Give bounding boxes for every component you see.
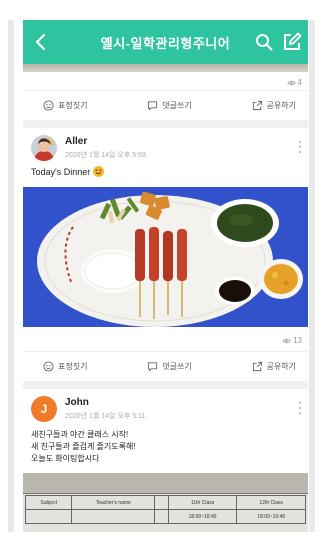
avatar[interactable]: J — [31, 396, 57, 422]
author-name[interactable]: John — [65, 397, 89, 408]
back-arrow-icon[interactable] — [31, 32, 51, 52]
table-cell: Teacher's name — [71, 495, 156, 510]
share-label: 공유하기 — [266, 101, 296, 110]
react-button[interactable]: 표정짓기 — [43, 361, 87, 372]
post-text: Today's Dinner — [23, 166, 308, 187]
post-text-line: 오늘도 화이팅합시다 — [31, 454, 100, 463]
share-icon — [252, 100, 262, 111]
table-cell — [154, 509, 169, 524]
edit-icon[interactable] — [282, 32, 302, 52]
left-edge — [8, 20, 14, 532]
table-cell: 12th Class — [236, 495, 306, 510]
post-text-line: 새 친구들과 즐겁게 즐기도록해! — [31, 442, 136, 451]
view-count-value: 13 — [293, 336, 302, 345]
attached-photo[interactable]: Subject Teacher's name 11th Class 12th C… — [23, 473, 308, 532]
post-john: J John 2020년 1월 14일 오후 5:11 새친구들과 야간 클래스… — [23, 389, 308, 532]
comment-icon — [148, 101, 158, 111]
comment-button[interactable]: 댓글쓰기 — [147, 361, 192, 372]
view-count-row: 13 — [23, 327, 308, 351]
page-title: 옐시-일학관리형주니어 — [100, 36, 231, 51]
comment-button[interactable]: 댓글쓰기 — [147, 100, 192, 111]
right-edge — [309, 20, 315, 532]
smile-icon — [43, 100, 54, 111]
view-count-value: 4 — [297, 78, 302, 87]
react-label: 표정짓기 — [58, 362, 88, 371]
more-vertical-icon[interactable] — [298, 401, 302, 415]
post-text-line: 새친구들과 야간 클래스 시작! — [31, 430, 129, 439]
table-row: Subject Teacher's name 11th Class 12th C… — [24, 495, 306, 510]
comment-label: 댓글쓰기 — [162, 362, 192, 371]
post-header: J John 2020년 1월 14일 오후 5:11 — [23, 389, 308, 429]
eye-icon — [286, 80, 296, 85]
screenshot-frame: 옐시-일학관리형주니어 4 표정짓기 댓글쓰기 공유하기 Aller 2020년… — [0, 0, 320, 548]
app-bar: 옐시-일학관리형주니어 — [23, 20, 308, 64]
table-cell — [24, 509, 73, 524]
comment-label: 댓글쓰기 — [162, 101, 192, 110]
post-aller: Aller 2020년 1월 14일 오후 5:59 Today's Dinne… — [23, 128, 308, 381]
phone-screen: 옐시-일학관리형주니어 4 표정짓기 댓글쓰기 공유하기 Aller 2020년… — [23, 20, 308, 532]
share-label: 공유하기 — [266, 362, 296, 371]
author-name[interactable]: Aller — [65, 136, 87, 147]
post-date: 2020년 1월 14일 오후 5:59 — [65, 152, 146, 159]
more-vertical-icon[interactable] — [298, 140, 302, 154]
table-cell: 18:00~19:45 — [236, 509, 306, 524]
share-icon — [252, 361, 262, 372]
smiling-emoji-icon — [92, 166, 104, 177]
previous-post-image-edge — [23, 64, 308, 72]
avatar-letter: J — [40, 402, 48, 416]
comment-icon — [148, 362, 158, 372]
share-button[interactable]: 공유하기 — [252, 361, 296, 372]
react-label: 표정짓기 — [58, 101, 88, 110]
post-text-line: Today's Dinner — [31, 167, 91, 177]
post-actions: 표정짓기 댓글쓰기 공유하기 — [23, 351, 308, 381]
table-cell — [154, 495, 169, 510]
post-header: Aller 2020년 1월 14일 오후 5:59 — [23, 128, 308, 166]
schedule-table: Subject Teacher's name 11th Class 12th C… — [24, 495, 306, 524]
view-count: 13 — [282, 336, 302, 345]
avatar[interactable] — [31, 135, 57, 161]
post-text: 새친구들과 야간 클래스 시작! 새 친구들과 즐겁게 즐기도록해! 오늘도 화… — [23, 429, 308, 473]
table-cell: Subject — [24, 495, 73, 510]
search-icon[interactable] — [254, 32, 274, 52]
post-actions: 표정짓기 댓글쓰기 공유하기 — [23, 90, 308, 120]
table-cell — [71, 509, 156, 524]
react-button[interactable]: 표정짓기 — [43, 100, 87, 111]
previous-post-tail: 4 — [23, 64, 308, 90]
eye-icon — [282, 338, 291, 343]
post-separator — [23, 381, 308, 389]
view-count: 4 — [286, 78, 302, 87]
dinner-photo[interactable] — [23, 187, 308, 327]
share-button[interactable]: 공유하기 — [252, 100, 296, 111]
table-cell: 18:00~18:45 — [167, 509, 238, 524]
post-separator — [23, 120, 308, 128]
post-date: 2020년 1월 14일 오후 5:11 — [65, 413, 146, 420]
table-row: 18:00~18:45 18:00~19:45 — [24, 509, 306, 524]
table-cell: 11th Class — [167, 495, 238, 510]
smile-icon — [43, 361, 54, 372]
